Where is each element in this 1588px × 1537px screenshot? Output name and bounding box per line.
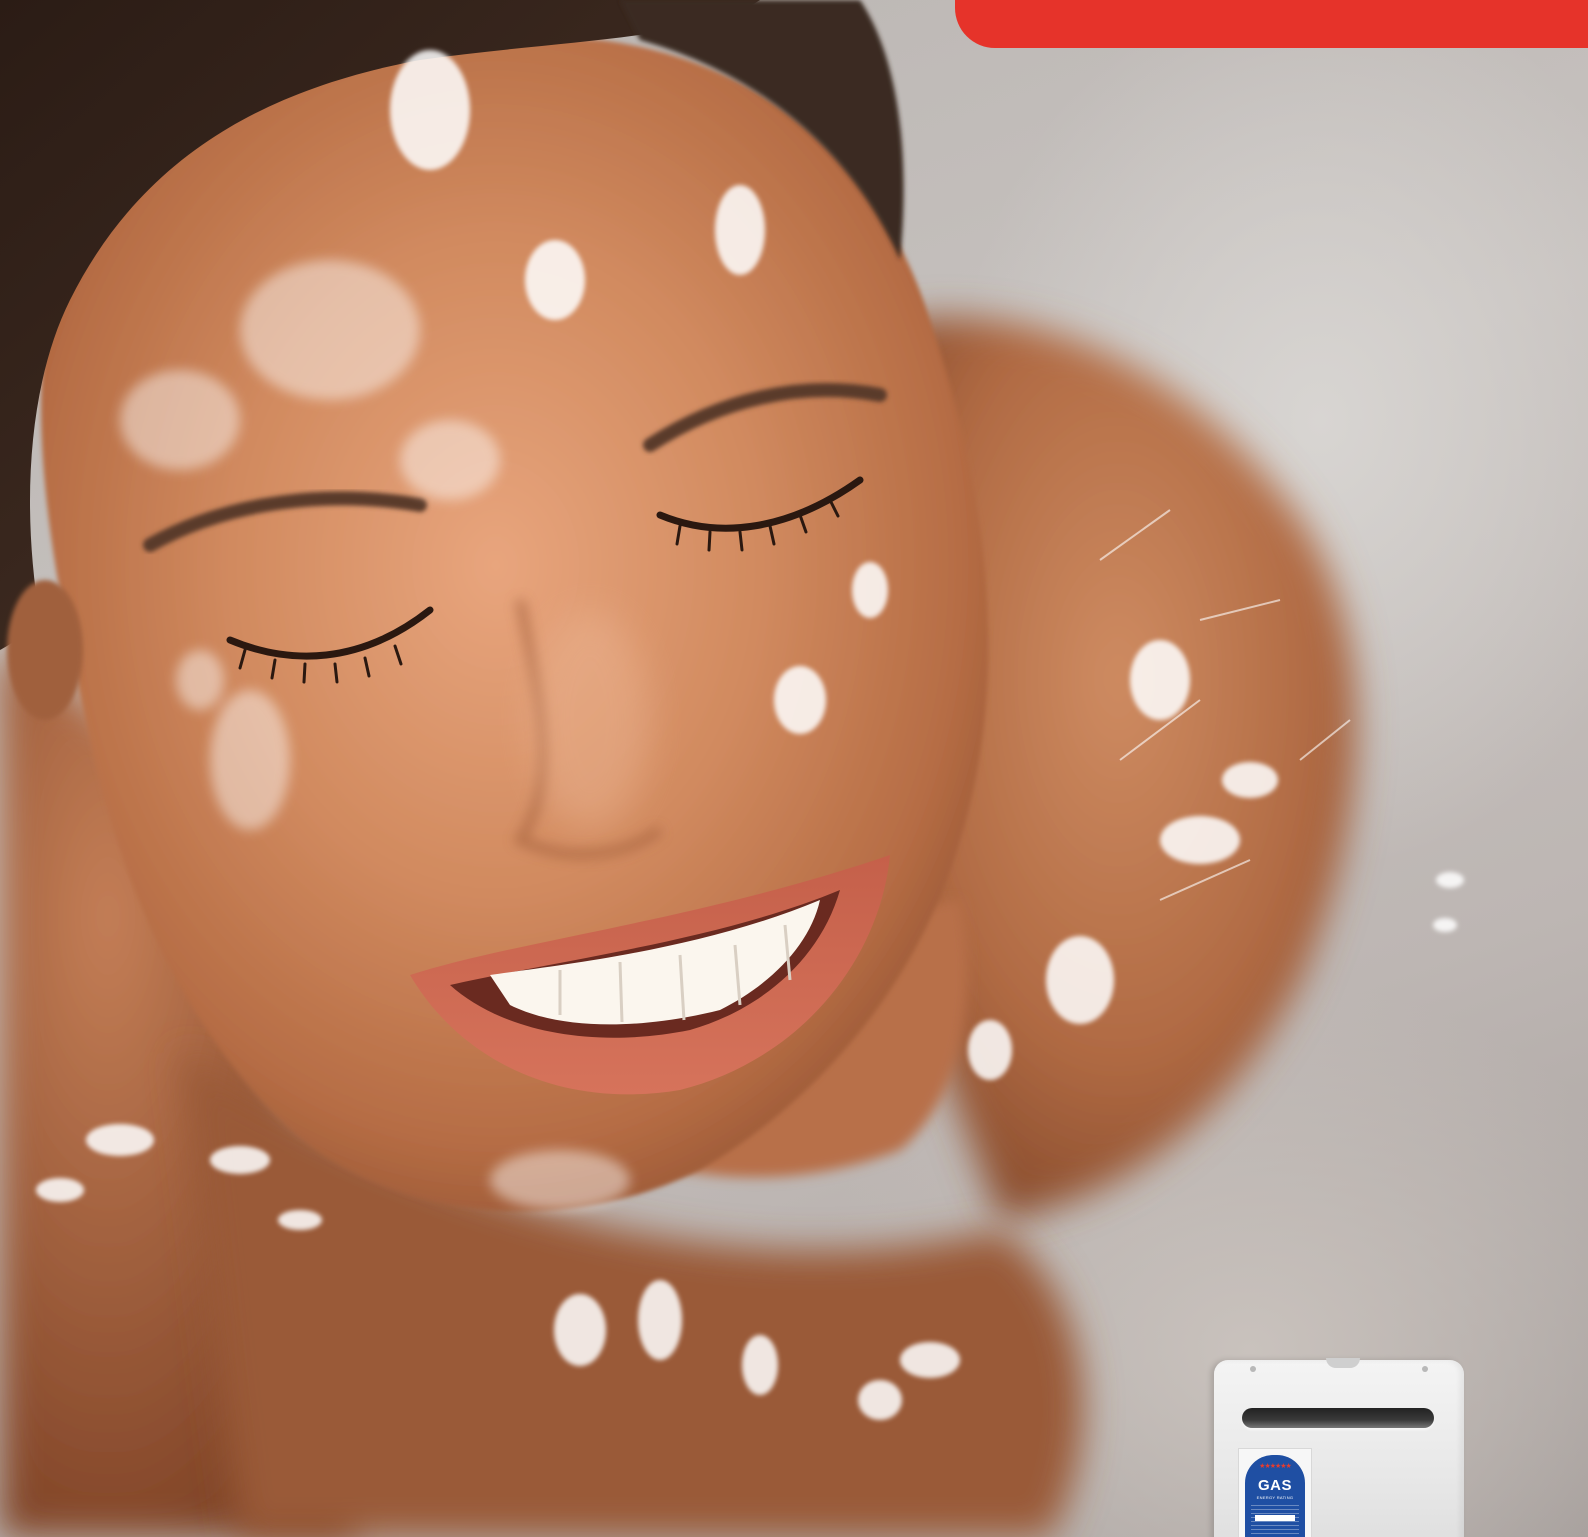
heater-notch: [1326, 1358, 1360, 1368]
gas-label-title: GAS: [1257, 1477, 1292, 1494]
gas-energy-rating-label: ★★★★★★ GAS ENERGY RATING: [1238, 1448, 1312, 1537]
gas-label-fine-print: [1251, 1505, 1299, 1537]
gas-label-rating-box: [1255, 1515, 1295, 1521]
brand-banner: [955, 0, 1588, 48]
water-heater-unit: ★★★★★★ GAS ENERGY RATING: [1214, 1358, 1464, 1537]
gas-label-subtitle: ENERGY RATING: [1256, 1495, 1294, 1500]
advertisement-photo: ★★★★★★ GAS ENERGY RATING: [0, 0, 1588, 1537]
gas-label-panel: ★★★★★★ GAS ENERGY RATING: [1245, 1455, 1305, 1537]
shower-photo: [0, 0, 1464, 1537]
rating-stars: ★★★★★★: [1259, 1463, 1292, 1470]
heater-screw: [1422, 1366, 1428, 1372]
heater-vent: [1242, 1408, 1434, 1428]
heater-screw: [1250, 1366, 1256, 1372]
